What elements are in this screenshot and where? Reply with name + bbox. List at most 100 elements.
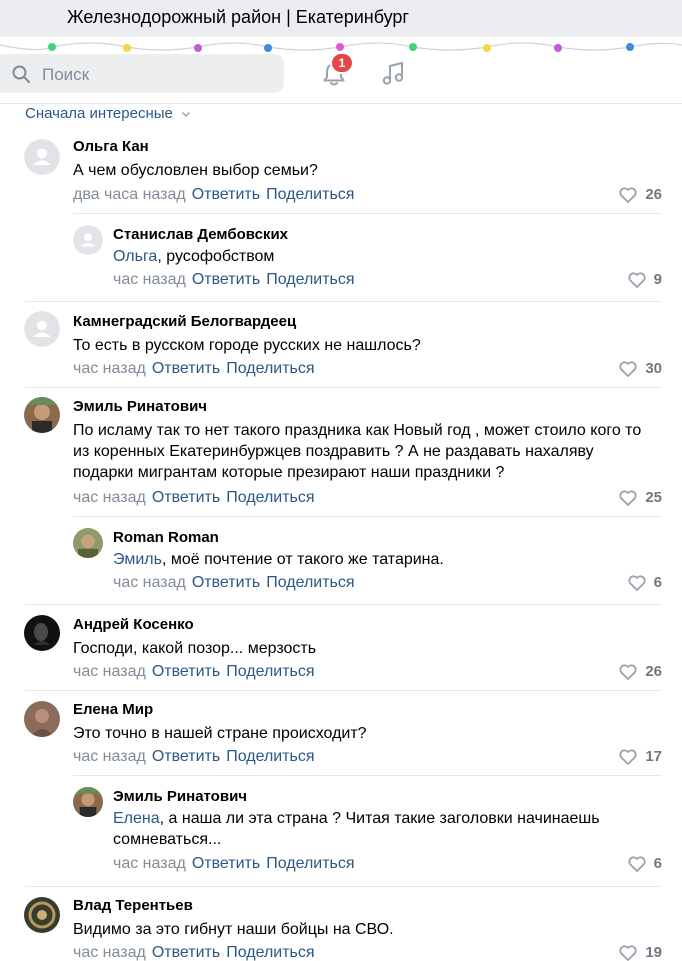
comment-time[interactable]: час назад (113, 271, 186, 288)
like-button[interactable]: 6 (628, 574, 662, 591)
heart-icon (628, 575, 646, 591)
avatar[interactable] (73, 528, 103, 558)
divider (73, 516, 662, 517)
window-title: Железнодорожный район | Екатеринбург (67, 7, 409, 27)
comment-body: , моё почтение от такого же татарина. (161, 551, 444, 568)
reply-link[interactable]: Ответить (152, 748, 220, 765)
reply-link[interactable]: Ответить (192, 271, 260, 288)
share-link[interactable]: Поделиться (266, 574, 354, 591)
heart-icon (628, 856, 646, 872)
comment-body: Господи, какой позор... мерзость (73, 640, 317, 657)
comment-meta: час назад Ответить Поделиться (113, 271, 355, 289)
avatar[interactable] (73, 225, 103, 255)
comment-time[interactable]: час назад (73, 748, 146, 765)
divider (25, 301, 662, 302)
comment-meta: час назад Ответить Поделиться (113, 574, 355, 592)
comment-meta: час назад Ответить Поделиться (73, 748, 315, 766)
comment-body: А чем обусловлен выбор семьи? (73, 162, 318, 179)
divider (73, 775, 662, 776)
share-link[interactable]: Поделиться (266, 186, 354, 203)
sort-label: Сначала интересные (25, 105, 173, 122)
like-button[interactable]: 30 (619, 360, 662, 377)
like-count: 9 (653, 271, 662, 288)
avatar[interactable] (24, 311, 60, 347)
comment-meta: час назад Ответить Поделиться (73, 489, 315, 507)
heart-icon (619, 187, 637, 203)
comment-time[interactable]: два часа назад (73, 186, 186, 203)
comment-meta: час назад Ответить Поделиться (113, 855, 355, 873)
comment-time[interactable]: час назад (73, 663, 146, 680)
reply-link[interactable]: Ответить (152, 489, 220, 506)
comment-meta: час назад Ответить Поделиться (73, 360, 315, 378)
reply-link[interactable]: Ответить (192, 574, 260, 591)
avatar[interactable] (24, 397, 60, 433)
comment-author[interactable]: Андрей Косенко (73, 616, 194, 633)
avatar[interactable] (24, 701, 60, 737)
comment-text: По исламу так то нет такого праздника ка… (73, 420, 653, 483)
comment-body: Это точно в нашей стране происходит? (73, 725, 367, 742)
sort-dropdown[interactable]: Сначала интересные (25, 105, 191, 122)
reply-link[interactable]: Ответить (152, 663, 220, 680)
like-button[interactable]: 19 (619, 944, 662, 961)
share-link[interactable]: Поделиться (226, 748, 314, 765)
heart-icon (619, 945, 637, 961)
like-count: 30 (645, 360, 662, 377)
share-link[interactable]: Поделиться (226, 360, 314, 377)
share-link[interactable]: Поделиться (226, 489, 314, 506)
comment-text: То есть в русском городе русских не нашл… (73, 335, 653, 356)
avatar[interactable] (73, 787, 103, 817)
comment-time[interactable]: час назад (113, 855, 186, 872)
share-link[interactable]: Поделиться (226, 944, 314, 961)
share-link[interactable]: Поделиться (266, 855, 354, 872)
comment-time[interactable]: час назад (113, 574, 186, 591)
comment-body: По исламу так то нет такого праздника ка… (73, 422, 642, 481)
comment-author[interactable]: Эмиль Ринатович (73, 398, 207, 415)
reply-link[interactable]: Ответить (192, 186, 260, 203)
comment-text: А чем обусловлен выбор семьи? (73, 160, 653, 181)
music-icon[interactable] (380, 61, 406, 87)
comment-time[interactable]: час назад (73, 944, 146, 961)
avatar[interactable] (24, 897, 60, 933)
window-titlebar: Железнодорожный район | Екатеринбург (0, 0, 682, 37)
like-button[interactable]: 6 (628, 855, 662, 872)
divider (25, 690, 662, 691)
mention-link[interactable]: Елена (113, 810, 160, 827)
heart-icon (619, 749, 637, 765)
reply-link[interactable]: Ответить (192, 855, 260, 872)
reply-link[interactable]: Ответить (152, 944, 220, 961)
comment-author[interactable]: Елена Мир (73, 701, 153, 718)
comment-author[interactable]: Roman Roman (113, 529, 219, 546)
comment-text: Видимо за это гибнут наши бойцы на СВО. (73, 919, 653, 940)
top-bar: Поиск 1 (0, 52, 682, 104)
comment-body: , а наша ли эта страна ? Читая такие заг… (113, 810, 600, 848)
share-link[interactable]: Поделиться (226, 663, 314, 680)
avatar[interactable] (24, 139, 60, 175)
comment-author[interactable]: Эмиль Ринатович (113, 788, 247, 805)
divider (25, 886, 662, 887)
comment-text: Эмиль, моё почтение от такого же татарин… (113, 549, 653, 570)
heart-icon (619, 490, 637, 506)
like-button[interactable]: 26 (619, 186, 662, 203)
share-link[interactable]: Поделиться (266, 271, 354, 288)
like-count: 6 (653, 855, 662, 872)
comment-author[interactable]: Станислав Дембовских (113, 226, 288, 243)
comment-author[interactable]: Камнеградский Белогвардеец (73, 313, 296, 330)
comment-time[interactable]: час назад (73, 360, 146, 377)
like-button[interactable]: 26 (619, 663, 662, 680)
like-count: 26 (645, 663, 662, 680)
comment-body: То есть в русском городе русских не нашл… (73, 337, 421, 354)
mention-link[interactable]: Ольга (113, 248, 157, 265)
reply-link[interactable]: Ответить (152, 360, 220, 377)
comment-time[interactable]: час назад (73, 489, 146, 506)
search-input[interactable]: Поиск (0, 54, 284, 93)
like-button[interactable]: 25 (619, 489, 662, 506)
comment-author[interactable]: Ольга Кан (73, 138, 149, 155)
mention-link[interactable]: Эмиль (113, 551, 162, 568)
like-button[interactable]: 9 (628, 271, 662, 288)
comment-author[interactable]: Влад Терентьев (73, 897, 193, 914)
like-button[interactable]: 17 (619, 748, 662, 765)
avatar[interactable] (24, 615, 60, 651)
like-count: 6 (653, 574, 662, 591)
divider (73, 213, 662, 214)
like-count: 19 (645, 944, 662, 961)
